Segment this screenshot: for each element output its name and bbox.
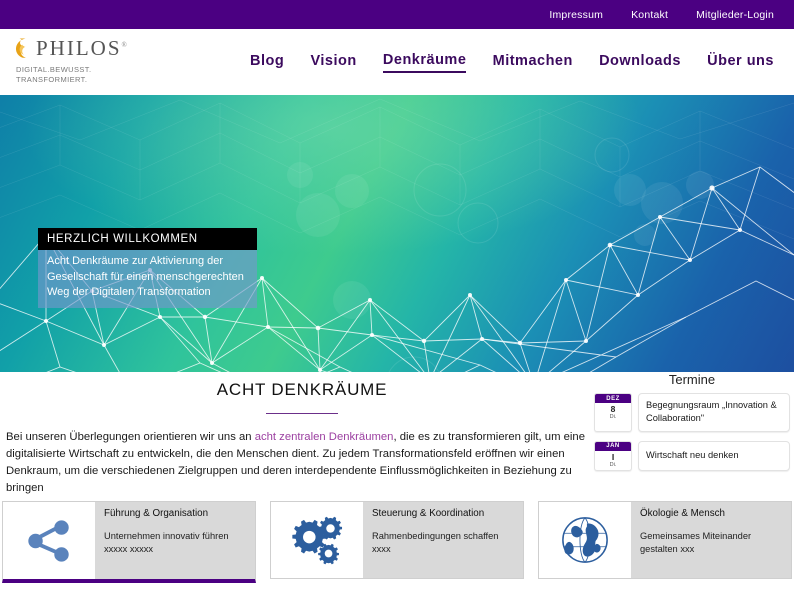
tile-oekologie-mensch[interactable]: Ökologie & Mensch Gemeinsames Miteinande…	[538, 501, 792, 579]
event-month: DEZ	[595, 394, 631, 403]
event-date-chip: JAN I Di.	[594, 440, 632, 471]
tile-description: Rahmenbedingungen schaffen xxxx	[372, 531, 499, 554]
nav-item-downloads[interactable]: Downloads	[599, 53, 681, 72]
events-heading: Termine	[668, 372, 716, 387]
event-date-chip: DEZ 8 Di.	[594, 393, 632, 432]
events-sidebar: Termine DEZ 8 Di. Begegnungsraum „Innova…	[594, 372, 790, 480]
nav-item-denkraeume[interactable]: Denkräume	[382, 52, 467, 73]
event-month: JAN	[595, 441, 631, 451]
intro-text-part1: Bei unseren Überlegungen orientieren wir…	[6, 431, 255, 443]
brand-tagline-line1: DIGITAL.BEWUSST.	[16, 65, 92, 74]
flame-icon	[12, 37, 32, 59]
nav-item-vision[interactable]: Vision	[310, 53, 356, 72]
top-utility-bar: Impressum Kontakt Mitglieder-Login	[0, 0, 794, 29]
hero-message-box: HERZLICH WILLKOMMEN Acht Denkräume zur A…	[38, 228, 257, 308]
share-nodes-icon	[3, 502, 95, 579]
tile-title: Ökologie & Mensch	[640, 508, 725, 519]
main-navigation: Blog Vision Denkräume Mitmachen Download…	[250, 52, 786, 73]
trademark-symbol: ®	[121, 40, 127, 49]
globe-icon	[539, 502, 631, 578]
tile-fuehrung-organisation[interactable]: Führung & Organisation Unternehmen innov…	[2, 501, 256, 583]
hero-banner: HERZLICH WILLKOMMEN Acht Denkräume zur A…	[0, 95, 794, 372]
tile-body: Steuerung & Koordination Rahmenbedingung…	[363, 502, 523, 578]
nav-item-blog[interactable]: Blog	[250, 53, 284, 72]
topbar-link-mitglieder-login[interactable]: Mitglieder-Login	[696, 9, 774, 21]
tile-description: Unternehmen innovativ führen xxxxx xxxxx	[104, 531, 229, 554]
gears-icon	[271, 502, 363, 578]
intro-paragraph: Bei unseren Überlegungen orientieren wir…	[6, 429, 588, 498]
tile-steuerung-koordination[interactable]: Steuerung & Koordination Rahmenbedingung…	[270, 501, 524, 579]
denkraum-tiles: Führung & Organisation Unternehmen innov…	[0, 501, 794, 595]
event-day: 8	[610, 404, 616, 414]
intro-highlight-link[interactable]: acht zentralen Denkräumen	[255, 431, 394, 443]
tile-body: Führung & Organisation Unternehmen innov…	[95, 502, 255, 579]
brand-wordmark: PHILOS®	[36, 35, 127, 60]
hero-subtitle: Acht Denkräume zur Aktivierung der Gesel…	[38, 250, 257, 308]
event-weekday: Di.	[609, 461, 617, 468]
nav-item-ueber-uns[interactable]: Über uns	[707, 53, 774, 72]
page-title: ACHT DENKRÄUME	[216, 380, 388, 399]
topbar-link-impressum[interactable]: Impressum	[549, 9, 603, 21]
list-item[interactable]: DEZ 8 Di. Begegnungsraum „Innovation & C…	[594, 393, 790, 432]
tile-title: Führung & Organisation	[104, 508, 209, 519]
topbar-link-kontakt[interactable]: Kontakt	[631, 9, 668, 21]
event-weekday: Di.	[609, 414, 617, 420]
event-title[interactable]: Wirtschaft neu denken	[638, 440, 790, 471]
brand-logo[interactable]: PHILOS® DIGITAL.BEWUSST. TRANSFORMIERT.	[12, 37, 212, 85]
title-divider	[266, 413, 338, 414]
hero-badge: HERZLICH WILLKOMMEN	[38, 228, 257, 250]
list-item[interactable]: JAN I Di. Wirtschaft neu denken	[594, 440, 790, 471]
event-title[interactable]: Begegnungsraum „Innovation & Collaborati…	[638, 393, 790, 432]
brand-tagline: DIGITAL.BEWUSST. TRANSFORMIERT.	[16, 65, 212, 85]
site-header: PHILOS® DIGITAL.BEWUSST. TRANSFORMIERT. …	[0, 29, 794, 95]
nav-item-mitmachen[interactable]: Mitmachen	[493, 53, 573, 72]
event-day: I	[611, 451, 615, 462]
tile-title: Steuerung & Koordination	[372, 508, 485, 519]
main-content: ACHT DENKRÄUME Bei unseren Überlegungen …	[0, 372, 794, 494]
tile-description: Gemeinsames Miteinander gestalten xxx	[640, 531, 752, 554]
tile-body: Ökologie & Mensch Gemeinsames Miteinande…	[631, 502, 791, 578]
brand-tagline-line2: TRANSFORMIERT.	[16, 75, 88, 85]
